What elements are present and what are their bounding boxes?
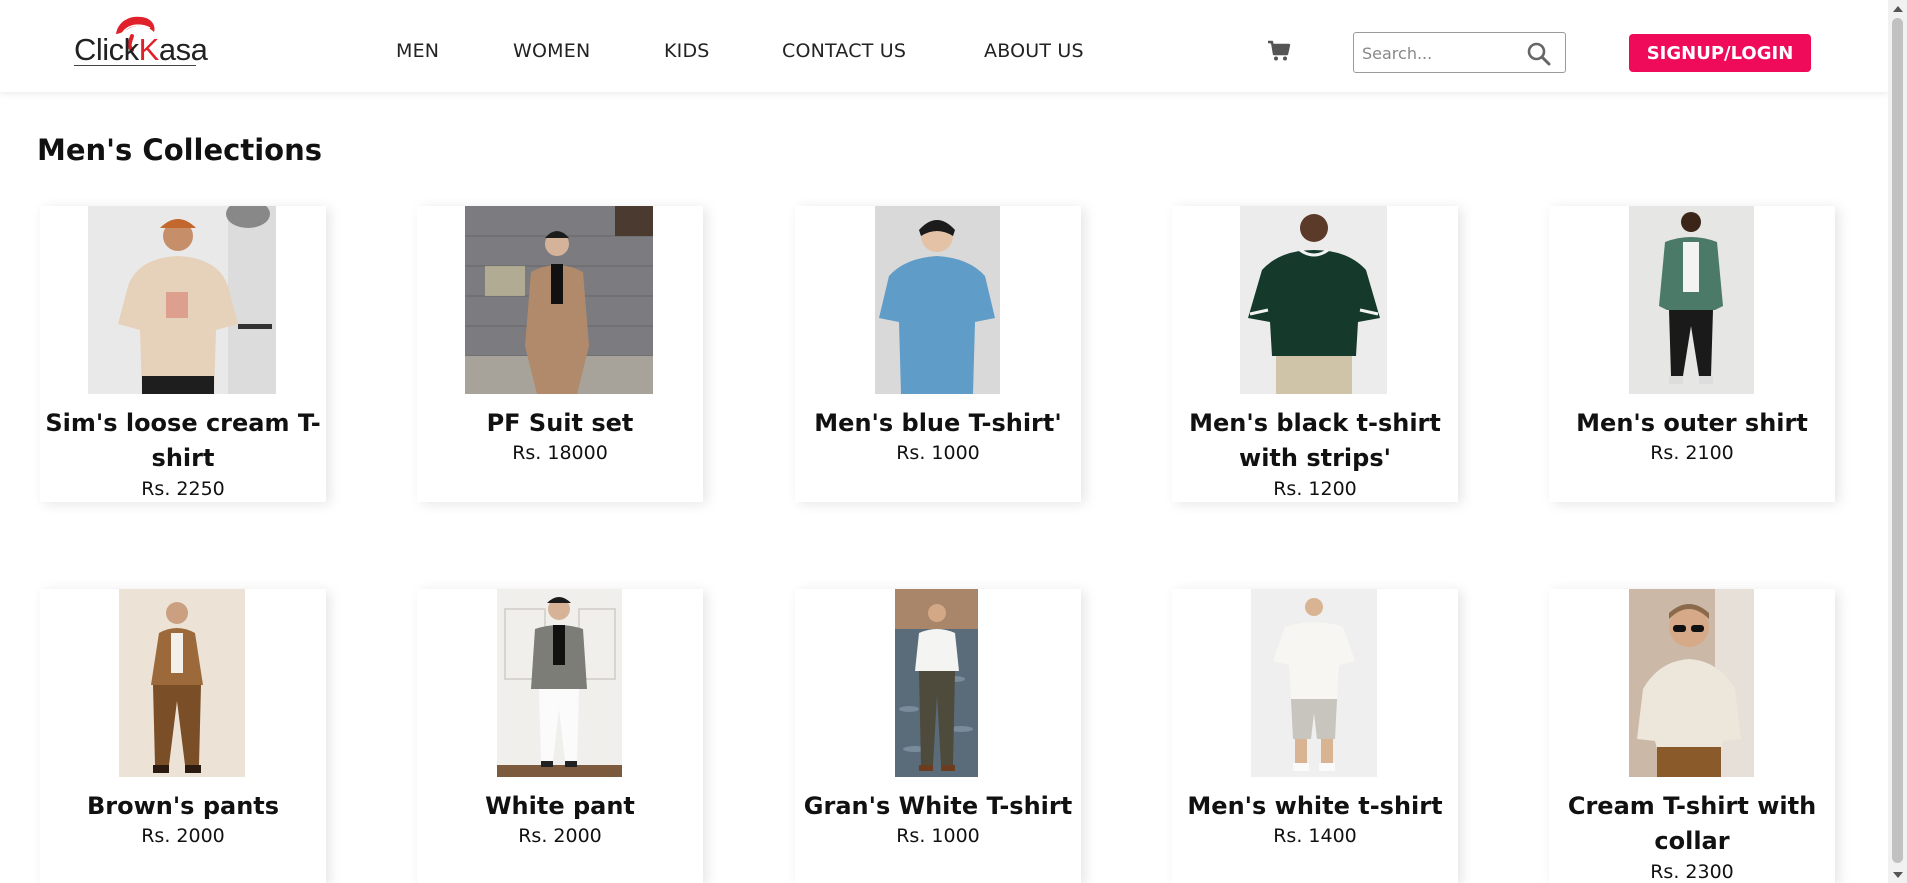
page-title: Men's Collections (37, 133, 322, 167)
nav-item-women[interactable]: WOMEN (513, 40, 590, 62)
product-price: Rs. 2000 (141, 825, 225, 847)
signup-login-button[interactable]: SIGNUP/LOGIN (1629, 34, 1811, 72)
product-name: Sim's loose cream T-shirt (45, 409, 321, 472)
product-image (1629, 589, 1754, 777)
product-price: Rs. 18000 (512, 442, 608, 464)
product-price: Rs. 2100 (1650, 442, 1734, 464)
product-image (875, 206, 1000, 394)
brand-logo[interactable]: ClickKasa (74, 12, 208, 72)
scroll-up-arrow-icon[interactable] (1893, 6, 1903, 12)
scrollbar-thumb[interactable] (1892, 18, 1903, 863)
product-card[interactable]: Brown's pants Rs. 2000 (40, 589, 326, 883)
product-name: PF Suit set (486, 409, 634, 437)
product-image (465, 206, 653, 394)
logo-underline (74, 65, 196, 66)
product-card[interactable]: Men's black t-shirt with strips' Rs. 120… (1172, 206, 1458, 502)
product-name: Cream T-shirt with collar (1567, 792, 1817, 855)
product-price: Rs. 1200 (1273, 478, 1357, 500)
product-image (119, 589, 245, 777)
search-bar (1353, 32, 1566, 73)
page-scrollbar[interactable] (1888, 0, 1907, 883)
product-name: Gran's White T-shirt (803, 792, 1073, 820)
product-price: Rs. 2250 (141, 478, 225, 500)
product-name: Brown's pants (86, 792, 280, 820)
product-name: Men's blue T-shirt' (814, 409, 1062, 437)
product-name: White pant (485, 792, 635, 820)
product-image (895, 589, 978, 777)
shopping-cart-icon[interactable] (1267, 40, 1291, 62)
product-card[interactable]: PF Suit set Rs. 18000 (417, 206, 703, 502)
product-card[interactable]: White pant Rs. 2000 (417, 589, 703, 883)
product-card[interactable]: Gran's White T-shirt Rs. 1000 (795, 589, 1081, 883)
product-name: Men's outer shirt (1576, 409, 1808, 437)
product-card[interactable]: Men's blue T-shirt' Rs. 1000 (795, 206, 1081, 502)
product-price: Rs. 2000 (518, 825, 602, 847)
product-image (1240, 206, 1387, 394)
nav-item-kids[interactable]: KIDS (664, 40, 710, 62)
product-image (1629, 206, 1754, 394)
product-name: Men's black t-shirt with strips' (1189, 409, 1441, 472)
product-image (497, 589, 622, 777)
nav-item-men[interactable]: MEN (396, 40, 439, 62)
product-card[interactable]: Men's outer shirt Rs. 2100 (1549, 206, 1835, 502)
logo-wordmark: ClickKasa (74, 32, 208, 67)
product-card[interactable]: Men's white t-shirt Rs. 1400 (1172, 589, 1458, 883)
product-price: Rs. 1000 (896, 442, 980, 464)
product-image (1251, 589, 1377, 777)
product-price: Rs. 1000 (896, 825, 980, 847)
product-card[interactable]: Sim's loose cream T-shirt Rs. 2250 (40, 206, 326, 502)
product-image (88, 206, 276, 394)
search-input[interactable] (1362, 41, 1522, 65)
scroll-down-arrow-icon[interactable] (1893, 872, 1903, 878)
nav-item-about-us[interactable]: ABOUT US (984, 40, 1084, 62)
product-price: Rs. 2300 (1650, 861, 1734, 883)
nav-item-contact-us[interactable]: CONTACT US (782, 40, 906, 62)
product-card[interactable]: Cream T-shirt with collar Rs. 2300 (1549, 589, 1835, 883)
top-navbar: ClickKasa MEN WOMEN KIDS CONTACT US ABOU… (0, 0, 1888, 92)
search-icon[interactable] (1526, 41, 1552, 67)
product-price: Rs. 1400 (1273, 825, 1357, 847)
product-name: Men's white t-shirt (1187, 792, 1443, 820)
